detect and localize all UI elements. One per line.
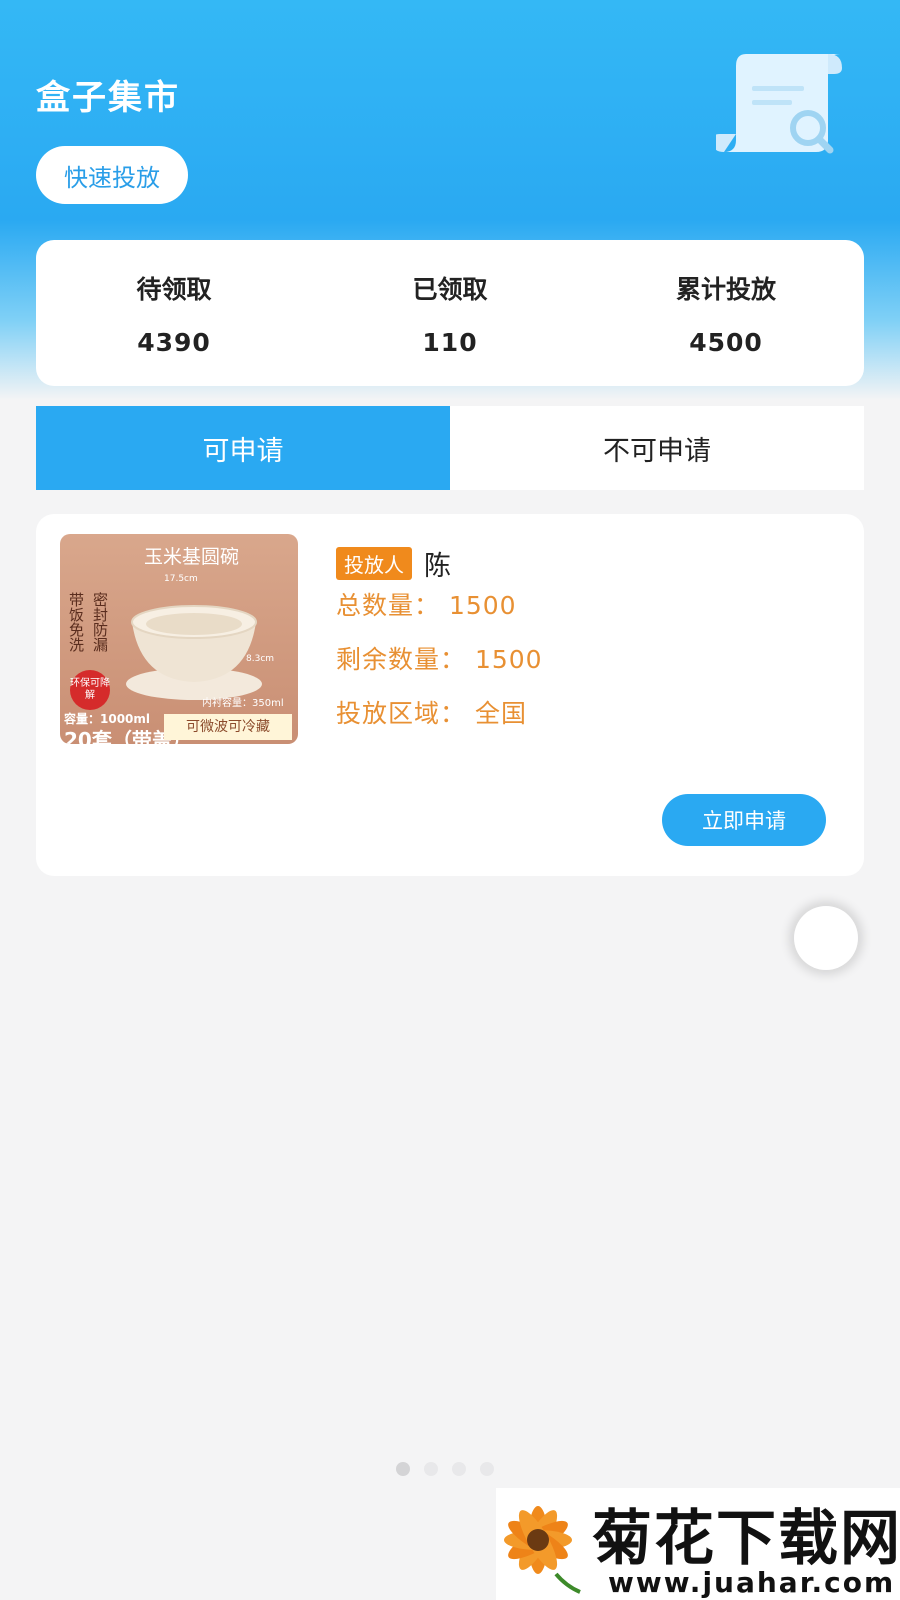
publisher-name: 陈 xyxy=(424,551,451,582)
listing-card: 玉米基圆碗 带饭免洗 密封防漏 17.5cm 8.3cm 内衬容量：350ml … xyxy=(36,514,864,876)
remaining-quantity: 剩余数量： 1500 xyxy=(336,645,543,674)
stat-claimed: 已领取 110 xyxy=(312,240,588,386)
page-dot[interactable] xyxy=(396,1462,410,1476)
apply-now-button[interactable]: 立即申请 xyxy=(662,794,826,846)
stat-label: 已领取 xyxy=(412,274,488,304)
product-image[interactable]: 玉米基圆碗 带饭免洗 密封防漏 17.5cm 8.3cm 内衬容量：350ml … xyxy=(60,534,298,744)
stat-label: 累计投放 xyxy=(675,274,776,304)
stats-panel: 待领取 4390 已领取 110 累计投放 4500 xyxy=(36,240,864,386)
site-watermark: 菊花下载网 www.juahar.com xyxy=(496,1488,900,1600)
stat-value: 4390 xyxy=(137,327,211,357)
scroll-search-icon[interactable] xyxy=(716,44,866,164)
image-inner-capacity: 内衬容量：350ml xyxy=(202,698,284,709)
image-title: 玉米基圆碗 xyxy=(144,546,240,568)
bowl-illustration xyxy=(126,605,262,700)
page-dot[interactable] xyxy=(480,1462,494,1476)
quick-release-button[interactable]: 快速投放 xyxy=(36,146,188,204)
tab-unavailable[interactable]: 不可申请 xyxy=(450,406,864,490)
release-region: 投放区域： 全国 xyxy=(336,699,527,728)
publisher-row: 投放人 陈 xyxy=(336,544,451,583)
eco-badge: 环保可降解 xyxy=(70,670,110,710)
page-dot[interactable] xyxy=(424,1462,438,1476)
image-side-left: 带饭免洗 xyxy=(67,592,85,652)
total-quantity: 总数量： 1500 xyxy=(336,591,517,620)
watermark-title: 菊花下载网 xyxy=(592,1504,900,1574)
image-side-right: 密封防漏 xyxy=(91,592,109,652)
stat-total-released: 累计投放 4500 xyxy=(588,240,864,386)
tab-bar: 可申请 不可申请 xyxy=(36,406,864,490)
watermark-url: www.juahar.com xyxy=(608,1566,896,1599)
stat-value: 4500 xyxy=(689,327,763,357)
publisher-tag: 投放人 xyxy=(336,547,412,580)
page-indicator xyxy=(396,1462,494,1476)
flower-logo-icon xyxy=(504,1506,581,1594)
page-title: 盒子集市 xyxy=(36,78,180,118)
page-dot[interactable] xyxy=(452,1462,466,1476)
floating-action-button[interactable] xyxy=(794,906,858,970)
image-dim-width: 17.5cm xyxy=(164,574,198,584)
tab-available[interactable]: 可申请 xyxy=(36,406,450,490)
stat-pending: 待领取 4390 xyxy=(36,240,312,386)
stat-value: 110 xyxy=(422,327,478,357)
stat-label: 待领取 xyxy=(136,274,212,304)
image-dim-height: 8.3cm xyxy=(246,654,275,664)
image-microwave-note: 可微波可冷藏 xyxy=(164,714,292,740)
